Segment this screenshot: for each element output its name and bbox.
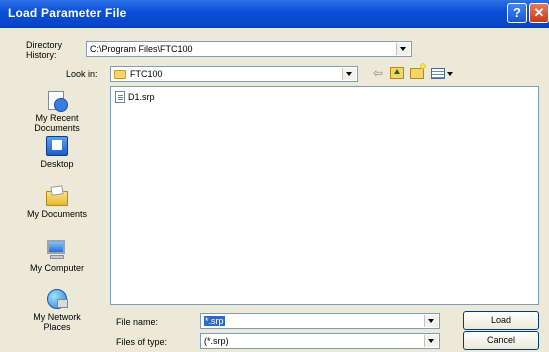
place-recent-documents[interactable]: My Recent Documents — [11, 89, 103, 133]
view-menu-icon[interactable] — [431, 68, 445, 79]
title-bar: Load Parameter File ? ✕ — [0, 0, 549, 28]
chevron-down-icon[interactable] — [396, 43, 410, 55]
files-of-type-label: Files of type: — [116, 337, 168, 347]
my-computer-icon — [45, 239, 69, 261]
recent-documents-icon — [45, 89, 69, 112]
directory-history-value: C:\Program Files\FTC100 — [90, 44, 193, 54]
load-button[interactable]: Load — [463, 311, 539, 330]
look-in-value: FTC100 — [130, 69, 163, 79]
directory-history-label: Directory History: — [26, 40, 63, 60]
place-label: My Network Places — [33, 312, 81, 332]
my-documents-icon — [45, 185, 69, 207]
folder-icon — [114, 70, 126, 79]
chevron-down-icon[interactable] — [424, 315, 438, 327]
files-of-type-select[interactable]: (*.srp) — [200, 333, 440, 349]
place-my-computer[interactable]: My Computer — [11, 239, 103, 273]
places-bar: My Recent Documents Desktop My Documents… — [11, 85, 103, 347]
help-button[interactable]: ? — [507, 3, 527, 23]
document-icon — [115, 91, 125, 103]
load-parameter-file-dialog: Load Parameter File ? ✕ Directory Histor… — [0, 0, 549, 352]
chevron-down-icon[interactable] — [447, 72, 453, 76]
network-places-icon — [45, 288, 69, 310]
place-label: Desktop — [40, 159, 74, 169]
file-name-text: D1.srp — [128, 92, 155, 102]
chevron-down-icon[interactable] — [424, 335, 438, 347]
place-network-places[interactable]: My Network Places — [11, 288, 103, 332]
files-of-type-value: (*.srp) — [204, 336, 229, 346]
directory-history-combo[interactable]: C:\Program Files\FTC100 — [86, 41, 412, 57]
look-in-label: Look in: — [66, 69, 98, 79]
up-folder-icon[interactable] — [390, 67, 404, 79]
window-title: Load Parameter File — [8, 6, 127, 20]
new-folder-icon[interactable] — [410, 63, 426, 79]
look-in-combo[interactable]: FTC100 — [110, 66, 358, 82]
place-label: My Documents — [26, 209, 88, 219]
close-button[interactable]: ✕ — [529, 3, 549, 23]
file-name-label: File name: — [116, 317, 159, 327]
chevron-down-icon[interactable] — [342, 68, 356, 80]
desktop-icon — [45, 135, 69, 157]
file-name-value: *.srp — [204, 316, 225, 326]
place-label: My Computer — [29, 263, 84, 273]
back-icon[interactable]: ⇦ — [373, 66, 383, 80]
file-name-input[interactable]: *.srp — [200, 313, 440, 329]
place-my-documents[interactable]: My Documents — [11, 185, 103, 219]
place-label: My Recent Documents — [34, 113, 80, 133]
place-desktop[interactable]: Desktop — [11, 135, 103, 169]
cancel-button[interactable]: Cancel — [463, 331, 539, 350]
file-list[interactable]: D1.srp — [110, 86, 539, 305]
